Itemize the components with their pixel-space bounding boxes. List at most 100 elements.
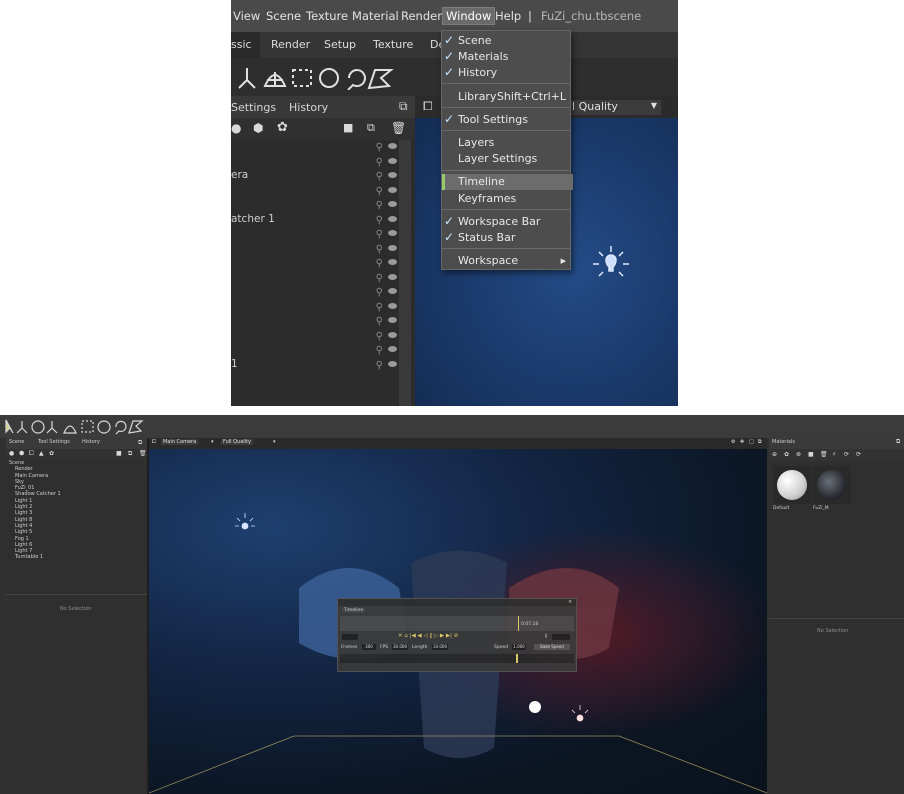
lock-icon: ⚲ — [375, 272, 383, 284]
light-add-icon[interactable]: ● — [9, 450, 14, 457]
tab-texture[interactable]: Texture — [373, 38, 413, 51]
menu-item-materials[interactable]: ✓ Materials — [442, 49, 570, 65]
scene-row[interactable]: ⚲ — [231, 198, 399, 213]
menu-item-layers[interactable]: Layers — [442, 135, 570, 151]
quality-dropdown[interactable]: Full Quality — [221, 439, 254, 445]
tab-materials[interactable]: Materials — [772, 439, 795, 445]
scene-row[interactable]: ⚲ — [231, 242, 399, 257]
tab-history[interactable]: History — [82, 439, 100, 445]
refresh-icon[interactable]: ⟳ — [844, 451, 849, 458]
camera-icon[interactable]: ⧠ — [423, 99, 433, 114]
current-frame-field[interactable] — [342, 634, 358, 640]
tab-tool-settings[interactable]: Settings — [231, 101, 276, 114]
delete-icon[interactable]: 🗑 — [820, 451, 828, 458]
quality-dropdown[interactable]: ll Quality ▼ — [569, 100, 661, 115]
end-frame-field[interactable] — [552, 634, 570, 640]
duplicate-icon[interactable]: ⧉ — [128, 450, 132, 458]
length-field[interactable]: 10.000 — [432, 644, 448, 650]
timeline-ruler[interactable]: 0:07.18 — [340, 616, 574, 631]
sync-icon[interactable]: ⟳ — [856, 451, 861, 458]
scene-scrollbar[interactable] — [399, 140, 411, 406]
scene-row[interactable]: ⚲ — [231, 256, 399, 271]
gear-icon[interactable]: ⚙ — [731, 439, 735, 445]
scene-row[interactable]: ⚲ — [231, 329, 399, 344]
track-playhead[interactable] — [516, 654, 518, 663]
menu-item-library[interactable]: Library Shift+Ctrl+L — [442, 89, 570, 105]
menu-render[interactable]: Render — [401, 9, 442, 23]
close-icon[interactable]: × — [568, 599, 572, 605]
menu-texture[interactable]: Texture — [306, 9, 348, 23]
undock-icon[interactable]: ⧉ — [138, 439, 142, 447]
mesh-add-icon[interactable]: ▲ — [39, 450, 44, 457]
delete-icon[interactable]: 🗑 — [391, 121, 406, 135]
menu-separator — [442, 209, 570, 210]
shader-icon[interactable]: ⊗ — [796, 451, 801, 458]
tab-setup[interactable]: Setup — [324, 38, 356, 51]
camera-add-icon[interactable]: ⧠ — [29, 450, 34, 458]
scene-row[interactable]: ⚲ — [231, 227, 399, 242]
delete-icon[interactable]: 🗑 — [139, 450, 147, 457]
timeline-track[interactable] — [340, 654, 574, 663]
tab-classic[interactable]: ssic — [231, 32, 260, 58]
fps-field[interactable]: 30.000 — [392, 644, 408, 650]
timeline-tab[interactable]: Timeline — [342, 608, 366, 613]
shape-add-icon[interactable]: ⬢ — [253, 121, 263, 135]
light-add-icon[interactable]: ● — [231, 121, 241, 135]
duplicate-icon[interactable]: ⧉ — [367, 121, 375, 135]
menu-item-keyframes[interactable]: Keyframes — [442, 191, 570, 207]
menu-item-tool-settings[interactable]: ✓ Tool Settings — [442, 112, 570, 128]
scene-row[interactable]: era ⚲ — [231, 169, 399, 184]
playhead[interactable] — [518, 616, 519, 631]
scene-row[interactable]: ⚲ — [231, 300, 399, 315]
undock-icon[interactable]: ⧉ — [758, 439, 762, 445]
menu-item-workspace-bar[interactable]: ✓ Workspace Bar — [442, 214, 570, 230]
folder-icon[interactable]: ■ — [808, 451, 814, 458]
menu-window[interactable]: Window — [442, 7, 496, 25]
material-icon[interactable]: ✿ — [784, 451, 789, 458]
maximize-icon[interactable]: □ — [749, 439, 754, 445]
paint-icon[interactable]: ⚡ — [832, 451, 836, 458]
speed-field[interactable]: 1.000 — [512, 644, 526, 650]
scene-row[interactable]: ⚲ — [231, 343, 399, 358]
folder-icon[interactable]: ■ — [116, 450, 122, 457]
scene-row[interactable]: ⚲ — [231, 155, 399, 170]
material-icon[interactable]: ✿ — [277, 120, 288, 135]
menu-material[interactable]: Material — [352, 9, 399, 23]
scene-row[interactable]: atcher 1 ⚲ — [231, 213, 399, 228]
camera-dropdown[interactable]: Main Camera — [161, 439, 199, 445]
tab-scene[interactable]: Scene — [9, 439, 24, 445]
material-thumbnail-fuzi[interactable] — [813, 466, 851, 504]
scene-row[interactable]: ⚲ — [231, 140, 399, 155]
add-material-icon[interactable]: ⊕ — [772, 451, 777, 458]
menu-scene[interactable]: Scene — [266, 9, 301, 23]
menu-help[interactable]: Help — [495, 9, 521, 23]
menu-view[interactable]: View — [233, 9, 260, 23]
scene-row[interactable]: ⚲ — [231, 285, 399, 300]
menu-item-layer-settings[interactable]: Layer Settings — [442, 151, 570, 167]
menu-item-status-bar[interactable]: ✓ Status Bar — [442, 230, 570, 246]
key-icon[interactable]: ⚷ — [544, 633, 548, 639]
scene-row[interactable]: ⚲ — [231, 271, 399, 286]
undock-icon[interactable]: ⧉ — [399, 99, 408, 114]
frames-field[interactable]: 300 — [362, 644, 376, 650]
shape-add-icon[interactable]: ⬢ — [19, 450, 24, 457]
folder-icon[interactable]: ■ — [343, 121, 353, 134]
scene-row[interactable]: 1 ⚲ — [231, 358, 399, 373]
scene-row[interactable]: ⚲ — [231, 184, 399, 199]
playback-controls-icon[interactable]: ✕ ⌂ |◀ ◀ ◁ ‖ ▷ ▶ ▶| ⊘ — [398, 633, 458, 639]
menu-item-scene[interactable]: ✓ Scene — [442, 33, 570, 49]
bake-speed-button[interactable]: Bake Speed — [534, 644, 570, 650]
material-thumbnail-default[interactable] — [773, 466, 811, 504]
scene-row[interactable]: ⚲ — [231, 314, 399, 329]
tree-row[interactable]: Turntable 1 — [6, 554, 147, 560]
menu-item-timeline[interactable]: Timeline — [442, 174, 573, 190]
move-icon[interactable]: ✥ — [740, 439, 744, 445]
undock-icon[interactable]: ⧉ — [896, 438, 900, 446]
tab-history[interactable]: History — [289, 101, 328, 114]
material-icon[interactable]: ✿ — [49, 450, 54, 457]
camera-icon[interactable]: ⧠ — [152, 439, 156, 445]
menu-item-history[interactable]: ✓ History — [442, 65, 570, 81]
tab-tool-settings[interactable]: Tool Settings — [38, 439, 70, 445]
tab-render[interactable]: Render — [271, 38, 310, 51]
menu-item-workspace[interactable]: Workspace ▶ — [442, 253, 570, 269]
